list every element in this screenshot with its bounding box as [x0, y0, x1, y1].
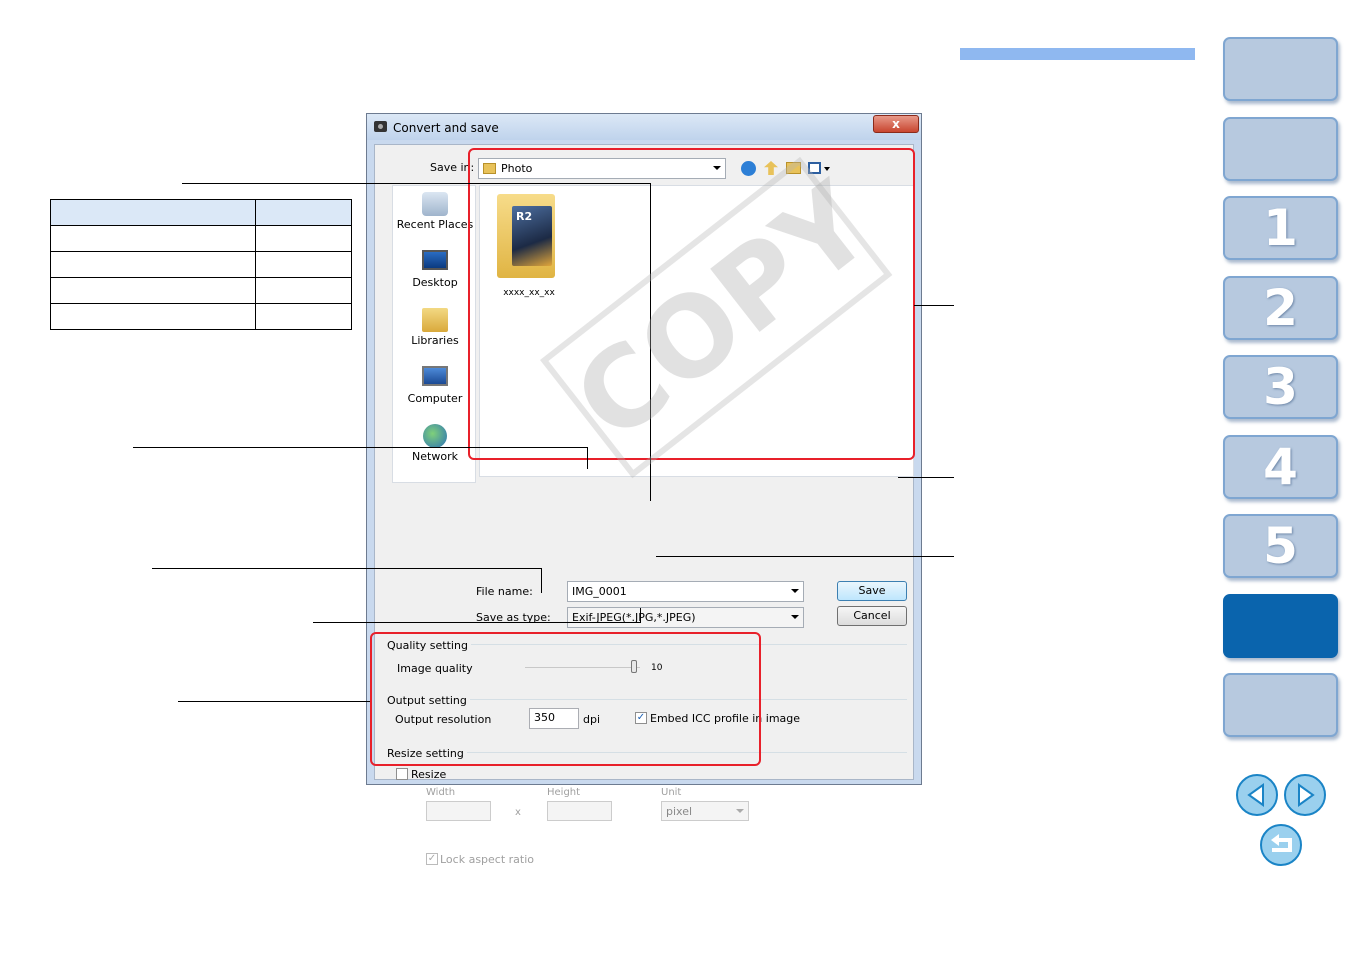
camera-icon: [374, 121, 387, 132]
file-name-value: IMG_0001: [572, 585, 627, 598]
network-globe-icon: [423, 424, 447, 448]
nav-tab-chapter-5[interactable]: 5: [1223, 514, 1338, 578]
callout-line: [178, 701, 370, 702]
prev-page-button[interactable]: [1236, 774, 1278, 816]
nav-tab-index[interactable]: [1223, 673, 1338, 737]
unit-label: Unit: [661, 787, 682, 798]
chevron-down-icon[interactable]: [791, 589, 799, 593]
callout-line: [914, 305, 954, 306]
callout-line: [587, 447, 588, 469]
table-row: [50, 251, 352, 278]
desktop-icon: [422, 250, 448, 270]
place-libraries[interactable]: Libraries: [393, 308, 477, 347]
place-desktop[interactable]: Desktop: [393, 250, 477, 289]
height-label: Height: [547, 787, 581, 798]
callout-line: [182, 183, 651, 184]
lock-aspect-checkbox[interactable]: ✓: [426, 853, 438, 865]
section-header-bar: [960, 48, 1195, 60]
reference-table: [50, 199, 352, 330]
dialog-title: Convert and save: [393, 121, 499, 135]
save-button[interactable]: Save: [837, 581, 907, 601]
place-network[interactable]: Network: [393, 424, 477, 463]
close-button[interactable]: x: [873, 115, 919, 133]
unit-select[interactable]: pixel: [661, 801, 749, 821]
place-label: Network: [412, 450, 458, 463]
place-label: Libraries: [411, 334, 459, 347]
table-row: [50, 277, 352, 304]
nav-tab-chapter-4[interactable]: 4: [1223, 435, 1338, 499]
callout-line: [541, 568, 542, 593]
computer-icon: [422, 366, 448, 386]
next-page-button[interactable]: [1284, 774, 1326, 816]
next-page-icon: [1298, 783, 1315, 807]
file-name-label: File name:: [476, 585, 533, 598]
resize-label: Resize: [411, 768, 447, 781]
callout-line: [898, 477, 954, 478]
prev-page-icon: [1247, 783, 1264, 807]
callout-line: [640, 608, 641, 623]
nav-tab-chapter-3[interactable]: 3: [1223, 355, 1338, 419]
place-computer[interactable]: Computer: [393, 366, 477, 405]
recent-places-icon: [422, 192, 448, 216]
height-input[interactable]: [547, 801, 612, 821]
table-row: [50, 303, 352, 330]
nav-tab-introduction[interactable]: [1223, 117, 1338, 181]
chevron-down-icon[interactable]: [736, 809, 744, 813]
resize-setting-highlight: [370, 632, 761, 766]
libraries-icon: [422, 308, 448, 332]
table-header-row: [50, 199, 352, 226]
width-input[interactable]: [426, 801, 491, 821]
table-row: [50, 225, 352, 252]
nav-tab-chapter-1[interactable]: 1: [1223, 196, 1338, 260]
callout-line: [152, 568, 541, 569]
nav-tab-reference[interactable]: [1223, 594, 1338, 658]
cancel-button[interactable]: Cancel: [837, 606, 907, 626]
file-name-combo[interactable]: IMG_0001: [567, 581, 804, 602]
save-type-select[interactable]: Exif-JPEG(*.JPG,*.JPEG): [567, 607, 804, 628]
nav-tab-contents[interactable]: [1223, 37, 1338, 101]
resize-checkbox[interactable]: [396, 768, 408, 780]
return-button[interactable]: [1260, 824, 1302, 866]
chevron-down-icon[interactable]: [791, 615, 799, 619]
places-bar: Recent Places Desktop Libraries Computer…: [392, 185, 476, 483]
place-recent-places[interactable]: Recent Places: [393, 192, 477, 231]
x-label: x: [515, 807, 521, 818]
width-label: Width: [426, 787, 456, 798]
return-icon: [1271, 834, 1292, 852]
unit-value: pixel: [666, 805, 693, 818]
callout-line: [313, 622, 641, 623]
callout-line: [656, 556, 954, 557]
nav-tab-chapter-2[interactable]: 2: [1223, 276, 1338, 340]
place-label: Recent Places: [396, 218, 474, 231]
place-label: Computer: [407, 392, 463, 405]
dialog-title-bar[interactable]: Convert and save x: [367, 114, 921, 140]
lock-aspect-label: Lock aspect ratio: [440, 853, 535, 866]
callout-line: [133, 447, 587, 448]
place-label: Desktop: [412, 276, 458, 289]
